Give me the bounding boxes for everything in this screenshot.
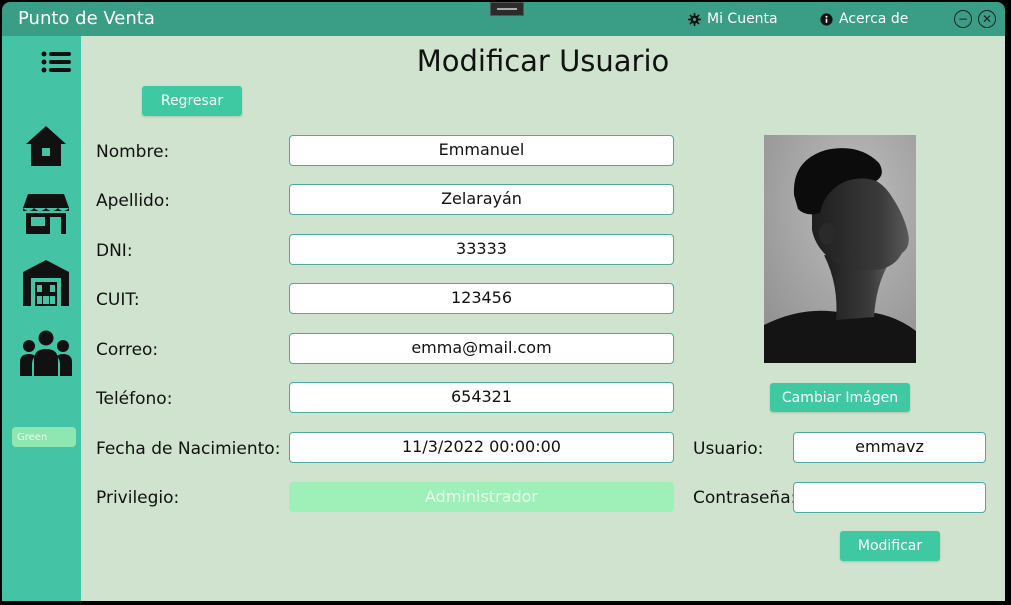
label-contrasena: Contraseña: xyxy=(693,488,797,508)
users-icon[interactable] xyxy=(20,330,72,376)
fecha-nacimiento-field[interactable]: 11/3/2022 00:00:00 xyxy=(289,432,674,463)
main-content: Modificar Usuario Regresar Nombre: Apell… xyxy=(81,36,1005,601)
menu-icon[interactable] xyxy=(41,50,71,74)
profile-photo-image xyxy=(764,135,916,363)
correo-field[interactable]: emma@mail.com xyxy=(289,333,674,364)
gear-icon xyxy=(688,12,701,26)
drag-handle[interactable] xyxy=(490,2,524,16)
cuit-field[interactable]: 123456 xyxy=(289,283,674,314)
nombre-field[interactable]: Emmanuel xyxy=(289,135,674,166)
app-title: Punto de Venta xyxy=(18,8,155,29)
title-bar[interactable]: Punto de Venta Mi Cuenta Acerca de − ✕ xyxy=(2,2,1005,36)
app-window: Punto de Venta Mi Cuenta Acerca de − ✕ G… xyxy=(0,0,1011,605)
sidebar: Green xyxy=(2,36,81,601)
dni-field[interactable]: 33333 xyxy=(289,234,674,265)
telefono-field[interactable]: 654321 xyxy=(289,382,674,413)
user-photo xyxy=(764,135,916,363)
about-label: Acerca de xyxy=(839,11,909,27)
label-cuit: CUIT: xyxy=(96,290,140,310)
my-account-label: Mi Cuenta xyxy=(707,11,778,27)
minimize-button[interactable]: − xyxy=(954,10,972,28)
modify-button[interactable]: Modificar xyxy=(840,531,940,561)
home-icon[interactable] xyxy=(24,124,68,168)
label-fecha-nacimiento: Fecha de Nacimiento: xyxy=(96,439,281,459)
label-nombre: Nombre: xyxy=(96,142,170,162)
back-button[interactable]: Regresar xyxy=(142,86,242,116)
close-icon: ✕ xyxy=(981,12,993,26)
label-telefono: Teléfono: xyxy=(96,389,173,409)
warehouse-icon[interactable] xyxy=(22,258,70,308)
apellido-field[interactable]: Zelarayán xyxy=(289,184,674,215)
label-apellido: Apellido: xyxy=(96,191,170,211)
minimize-icon: − xyxy=(957,12,969,26)
label-privilegio: Privilegio: xyxy=(96,488,180,508)
store-icon[interactable] xyxy=(22,192,70,236)
theme-label: Green xyxy=(17,431,48,443)
label-correo: Correo: xyxy=(96,340,159,360)
label-usuario: Usuario: xyxy=(693,439,764,459)
contrasena-field[interactable] xyxy=(793,482,986,513)
page-title: Modificar Usuario xyxy=(416,44,670,78)
close-button[interactable]: ✕ xyxy=(978,10,996,28)
usuario-field[interactable]: emmavz xyxy=(793,432,986,463)
info-icon xyxy=(820,12,833,26)
privilegio-select[interactable]: Administrador xyxy=(289,482,674,512)
theme-selector[interactable]: Green xyxy=(12,427,76,447)
change-image-button[interactable]: Cambiar Imágen xyxy=(770,383,910,412)
my-account-link[interactable]: Mi Cuenta xyxy=(688,11,778,27)
label-dni: DNI: xyxy=(96,241,133,261)
about-link[interactable]: Acerca de xyxy=(820,11,908,27)
